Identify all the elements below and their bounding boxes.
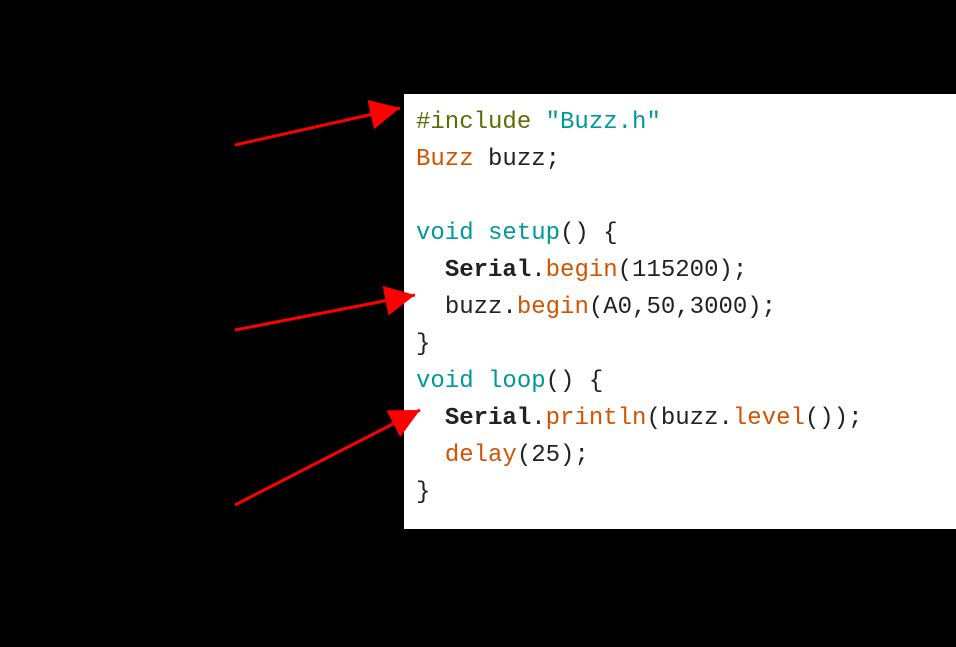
begin-call: begin — [546, 257, 618, 284]
func-loop: loop — [474, 368, 546, 395]
code-line-10: delay(25); — [416, 437, 944, 474]
args: (25); — [517, 442, 589, 469]
code-line-9: Serial.println(buzz.level()); — [416, 400, 944, 437]
include-string: "Buzz.h" — [546, 109, 661, 136]
code-line-5: Serial.begin(115200); — [416, 252, 944, 289]
indent — [416, 405, 445, 432]
args: (115200); — [618, 257, 748, 284]
buzz-obj: buzz. — [445, 294, 517, 321]
serial-object: Serial — [445, 257, 531, 284]
keyword-void: void — [416, 220, 474, 247]
arrow-3 — [235, 410, 420, 505]
code-line-8: void loop() { — [416, 363, 944, 400]
code-line-7: } — [416, 326, 944, 363]
code-line-1: #include "Buzz.h" — [416, 104, 944, 141]
code-line-11: } — [416, 474, 944, 511]
dot: . — [531, 257, 545, 284]
code-snippet: #include "Buzz.h" Buzz buzz; void setup(… — [404, 94, 956, 529]
begin-call: begin — [517, 294, 589, 321]
brace: } — [416, 331, 430, 358]
indent — [416, 257, 445, 284]
serial-object: Serial — [445, 405, 531, 432]
text: () { — [546, 368, 604, 395]
args: (buzz. — [646, 405, 732, 432]
brace: } — [416, 479, 430, 506]
arrow-1 — [235, 108, 400, 145]
args: (A0,50,3000); — [589, 294, 776, 321]
type-name: Buzz — [416, 146, 488, 173]
args: ()); — [805, 405, 863, 432]
text: buzz; — [488, 146, 560, 173]
stage: #include "Buzz.h" Buzz buzz; void setup(… — [0, 0, 956, 647]
preprocessor: #include — [416, 109, 546, 136]
code-line-3 — [416, 178, 944, 215]
code-line-6: buzz.begin(A0,50,3000); — [416, 289, 944, 326]
code-line-2: Buzz buzz; — [416, 141, 944, 178]
level-call: level — [733, 405, 805, 432]
arrow-2 — [235, 295, 415, 330]
text: () { — [560, 220, 618, 247]
indent — [416, 294, 445, 321]
indent — [416, 442, 445, 469]
delay-call: delay — [445, 442, 517, 469]
code-line-4: void setup() { — [416, 215, 944, 252]
dot: . — [531, 405, 545, 432]
println-call: println — [546, 405, 647, 432]
keyword-void: void — [416, 368, 474, 395]
func-setup: setup — [474, 220, 560, 247]
